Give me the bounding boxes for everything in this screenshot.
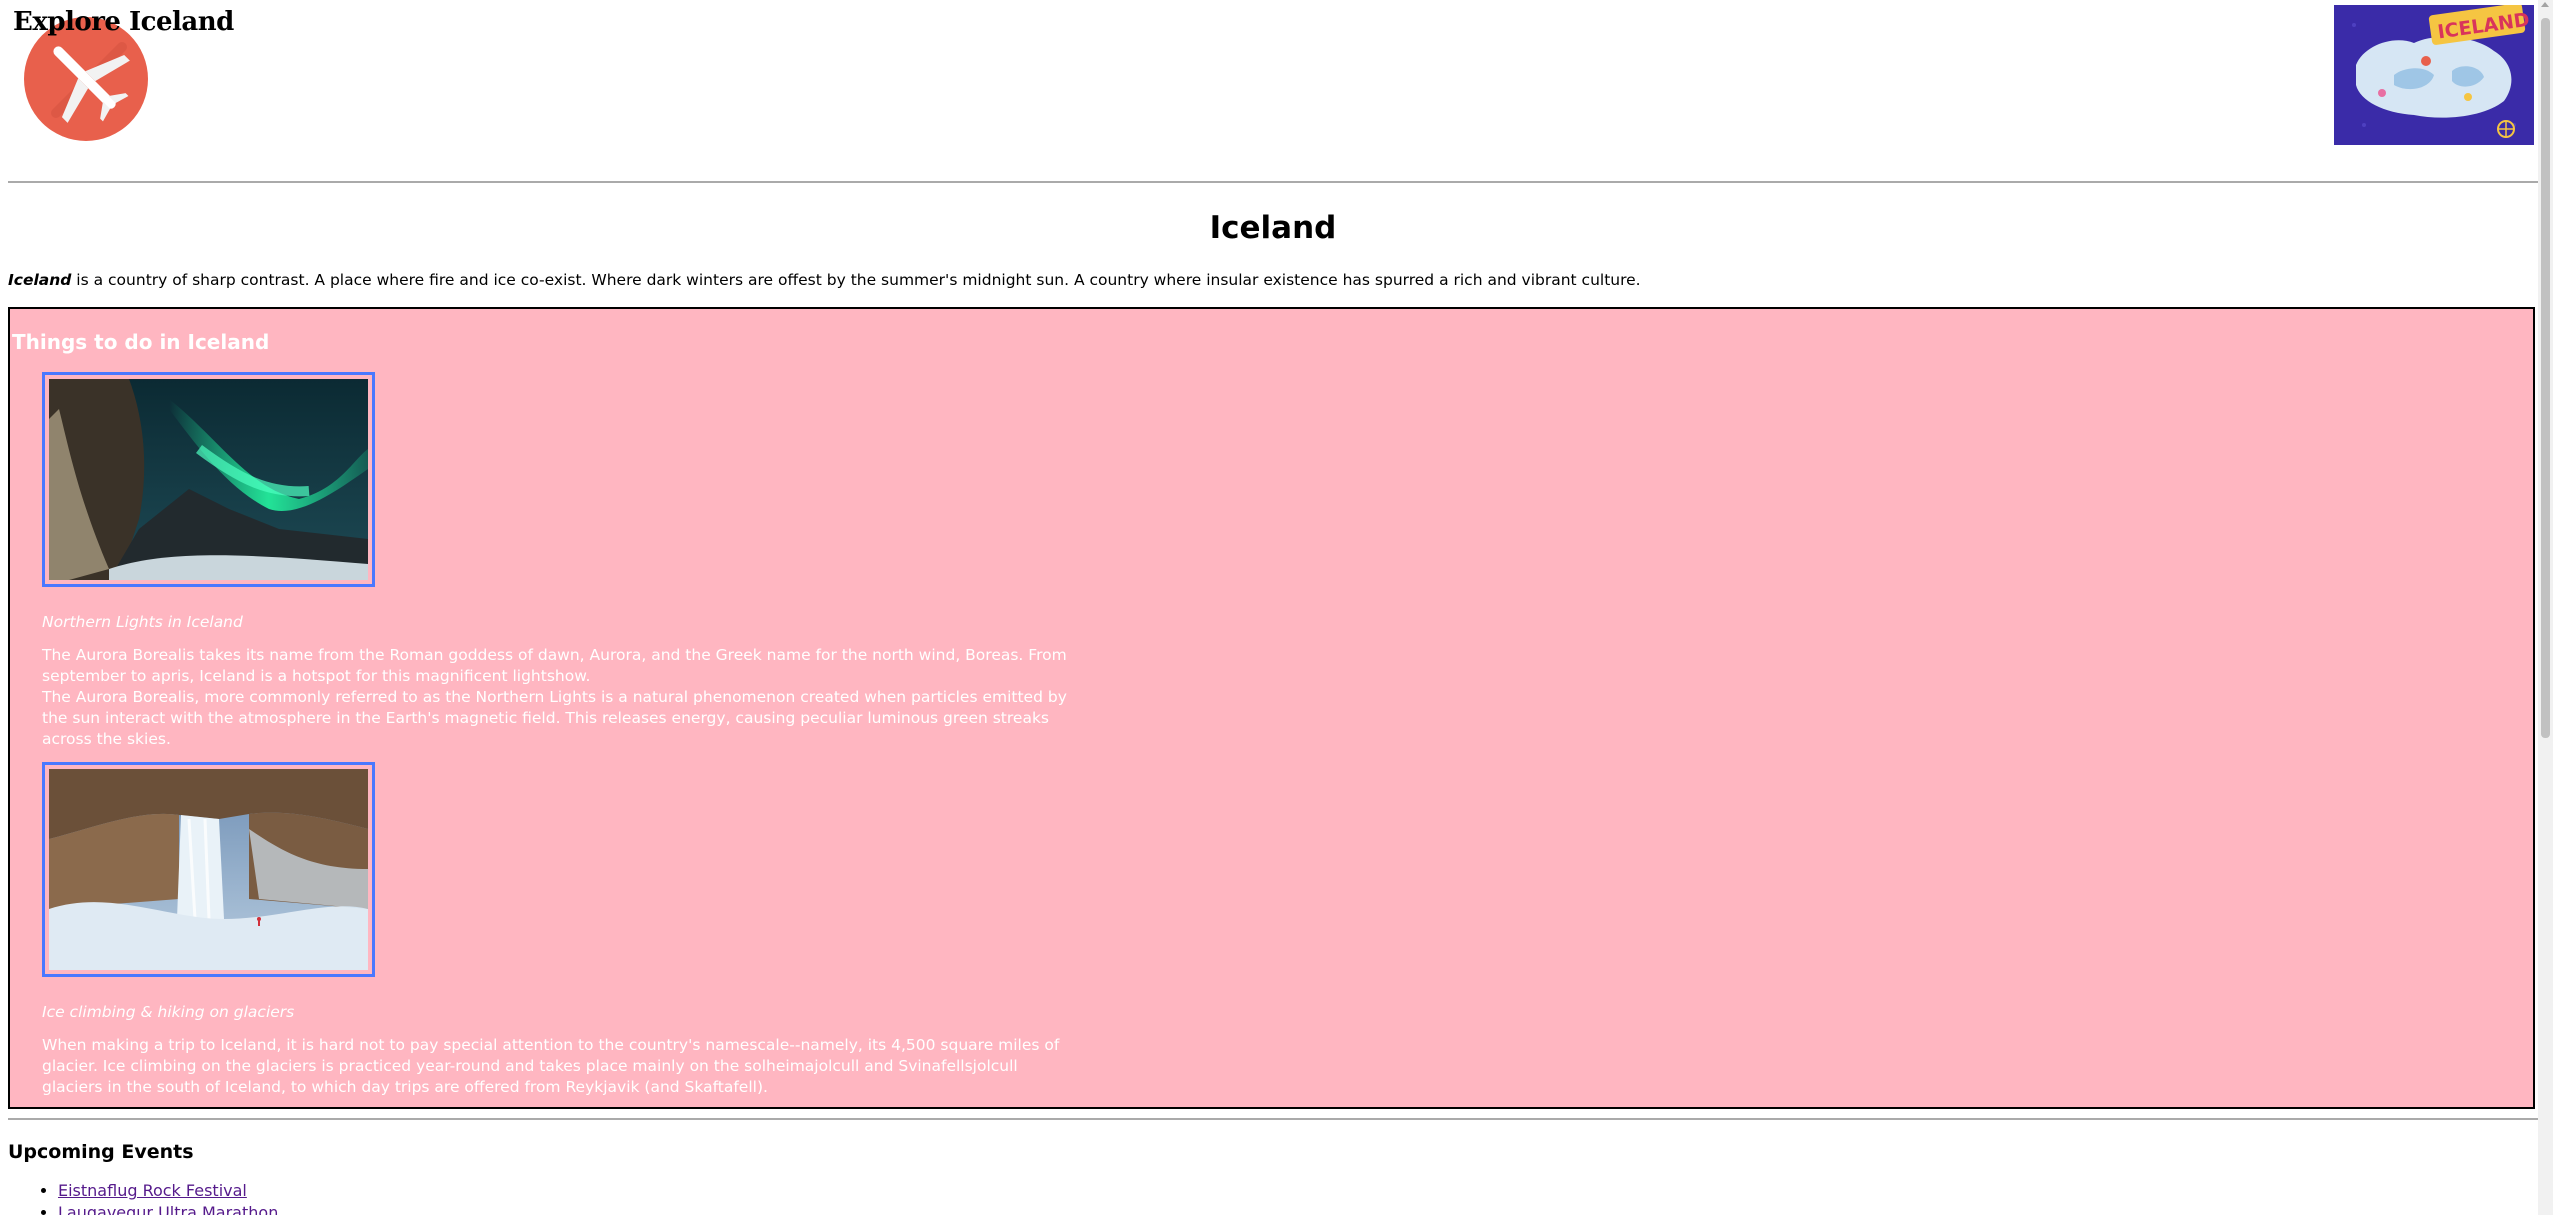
glacier-waterfall-image xyxy=(49,769,368,970)
upcoming-events-title: Upcoming Events xyxy=(8,1141,194,1163)
vertical-scrollbar[interactable] xyxy=(2538,0,2553,1215)
intro-lead-word: Iceland xyxy=(8,271,72,289)
page-title: Iceland xyxy=(1209,210,1337,246)
northern-lights-photo[interactable] xyxy=(42,372,375,587)
northern-lights-description: The Aurora Borealis takes its name from … xyxy=(42,646,1067,748)
scrollbar-thumb[interactable] xyxy=(2541,18,2550,738)
events-list: Eistnaflug Rock Festival Laugavegur Ultr… xyxy=(8,1180,278,1215)
northern-lights-image xyxy=(49,379,368,580)
header-divider xyxy=(8,181,2538,183)
northern-lights-caption: Northern Lights in Iceland xyxy=(42,613,243,631)
activity-ice-climbing: Ice climbing & hiking on glaciers When m… xyxy=(42,762,1082,1098)
event-link-eistnaflug[interactable]: Eistnaflug Rock Festival xyxy=(58,1181,247,1200)
ice-climbing-description: When making a trip to Iceland, it is har… xyxy=(42,1036,1060,1096)
list-item: Eistnaflug Rock Festival xyxy=(58,1180,278,1202)
iceland-map-image: ICELAND xyxy=(2334,3,2534,145)
site-title: Explore Iceland xyxy=(13,7,234,37)
ice-climbing-caption: Ice climbing & hiking on glaciers xyxy=(42,1003,295,1021)
things-to-do-panel: Things to do in Iceland Northern Lights … xyxy=(8,307,2535,1109)
event-link-laugavegur[interactable]: Laugavegur Ultra Marathon xyxy=(58,1203,278,1215)
list-item: Laugavegur Ultra Marathon xyxy=(58,1202,278,1215)
intro-text: is a country of sharp contrast. A place … xyxy=(71,271,1641,289)
section-divider xyxy=(8,1118,2538,1120)
things-to-do-title: Things to do in Iceland xyxy=(12,330,270,354)
intro-paragraph: Iceland is a country of sharp contrast. … xyxy=(8,268,2538,292)
activity-northern-lights: Northern Lights in Iceland The Aurora Bo… xyxy=(42,372,1082,750)
ice-climbing-photo[interactable] xyxy=(42,762,375,977)
scroll-up-arrow-icon[interactable] xyxy=(2541,2,2549,7)
